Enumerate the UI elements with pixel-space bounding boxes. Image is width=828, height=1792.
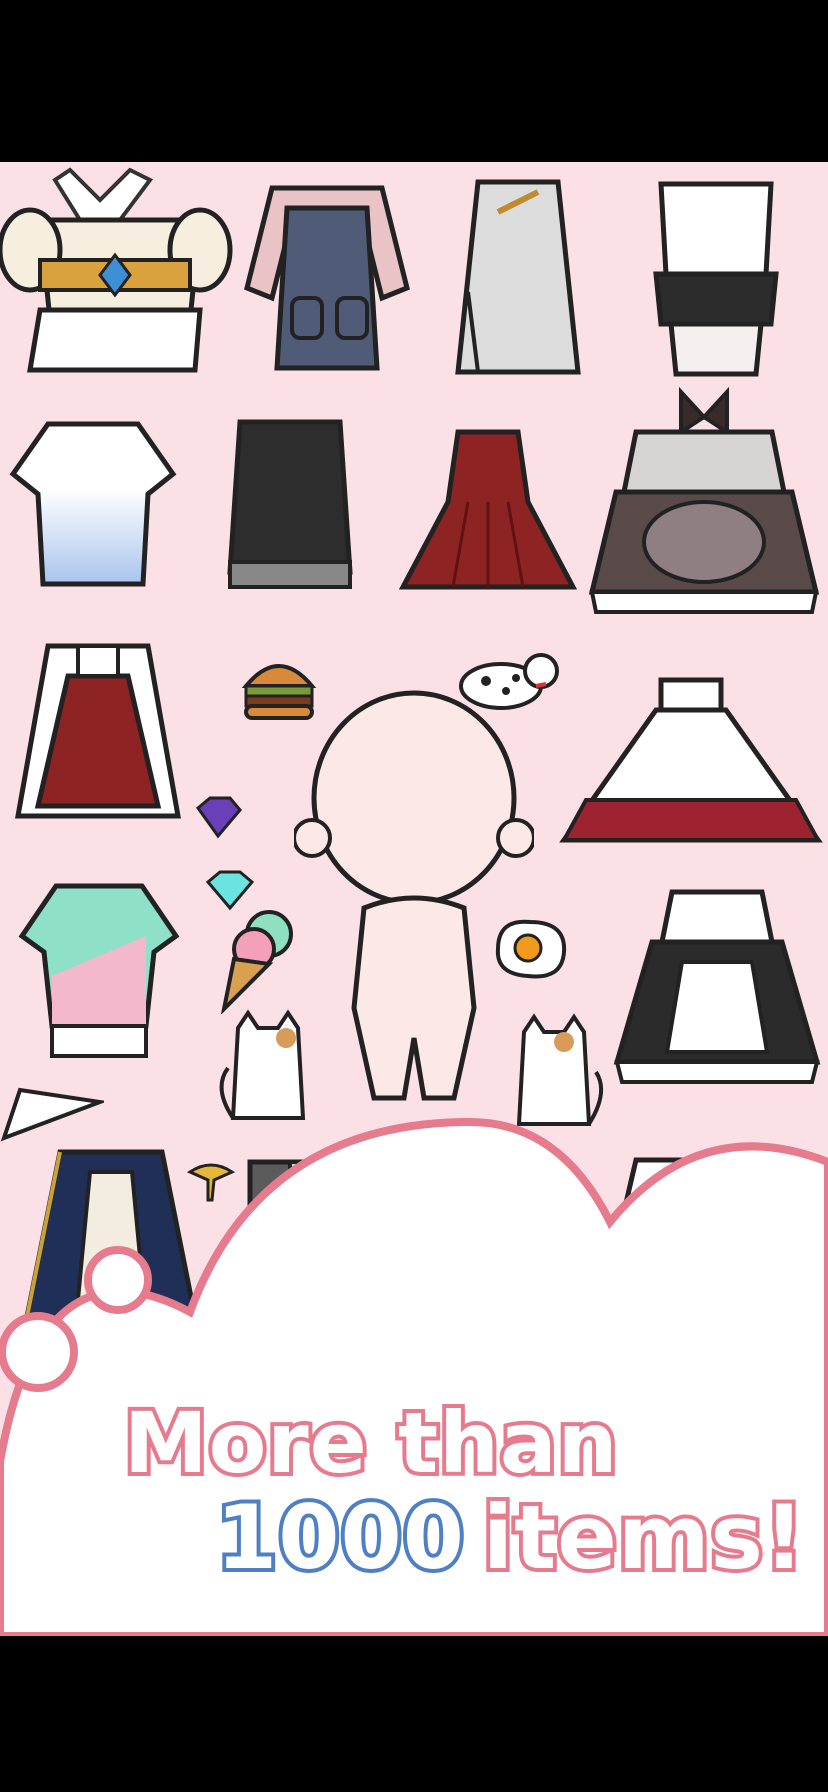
cream-crop-top-with-gold-gem-icon (0, 162, 238, 380)
promo-artwork: More than 1000 items! (0, 162, 828, 1636)
calico-cat-left-icon (218, 1008, 318, 1130)
school-vest-blouse-icon (606, 1150, 816, 1320)
fried-egg-icon (488, 914, 572, 984)
red-pleated-dress-icon (398, 422, 578, 602)
black-vest-dress-icon (220, 402, 360, 598)
maid-red-dress-icon (8, 636, 188, 832)
overalls-striped-shirt-icon (242, 178, 412, 378)
ice-cream-cone-icon (214, 904, 306, 1014)
promo-item-count: 1000 (212, 1482, 468, 1593)
avatar-base-body-icon (294, 688, 534, 1108)
pastel-tee-shorts-icon (16, 876, 182, 1066)
promo-line2: 1000 items! (212, 1482, 808, 1593)
navy-corset-dress-icon (20, 1142, 202, 1366)
paper-plane-icon (0, 1080, 104, 1144)
rose-skirt-icon (556, 670, 826, 870)
promo-line1: More than (120, 1390, 621, 1496)
ginkgo-leaf-icon (186, 1160, 236, 1204)
purple-gem-icon (190, 794, 246, 840)
top-black-bar (0, 0, 828, 162)
bottom-black-bar (0, 1636, 828, 1792)
white-top-black-skirt-icon (646, 174, 786, 384)
grey-side-slit-dress-icon (448, 172, 588, 382)
gothic-lolita-dress-icon (586, 382, 822, 622)
grey-jacket-icon (230, 1152, 436, 1302)
navy-polo-icon (450, 1152, 602, 1332)
calico-cat-right-icon (504, 1012, 606, 1136)
promo-line2-text: items! (479, 1482, 808, 1593)
maid-uniform-icon (612, 882, 822, 1102)
white-blue-tee-icon (8, 414, 178, 594)
